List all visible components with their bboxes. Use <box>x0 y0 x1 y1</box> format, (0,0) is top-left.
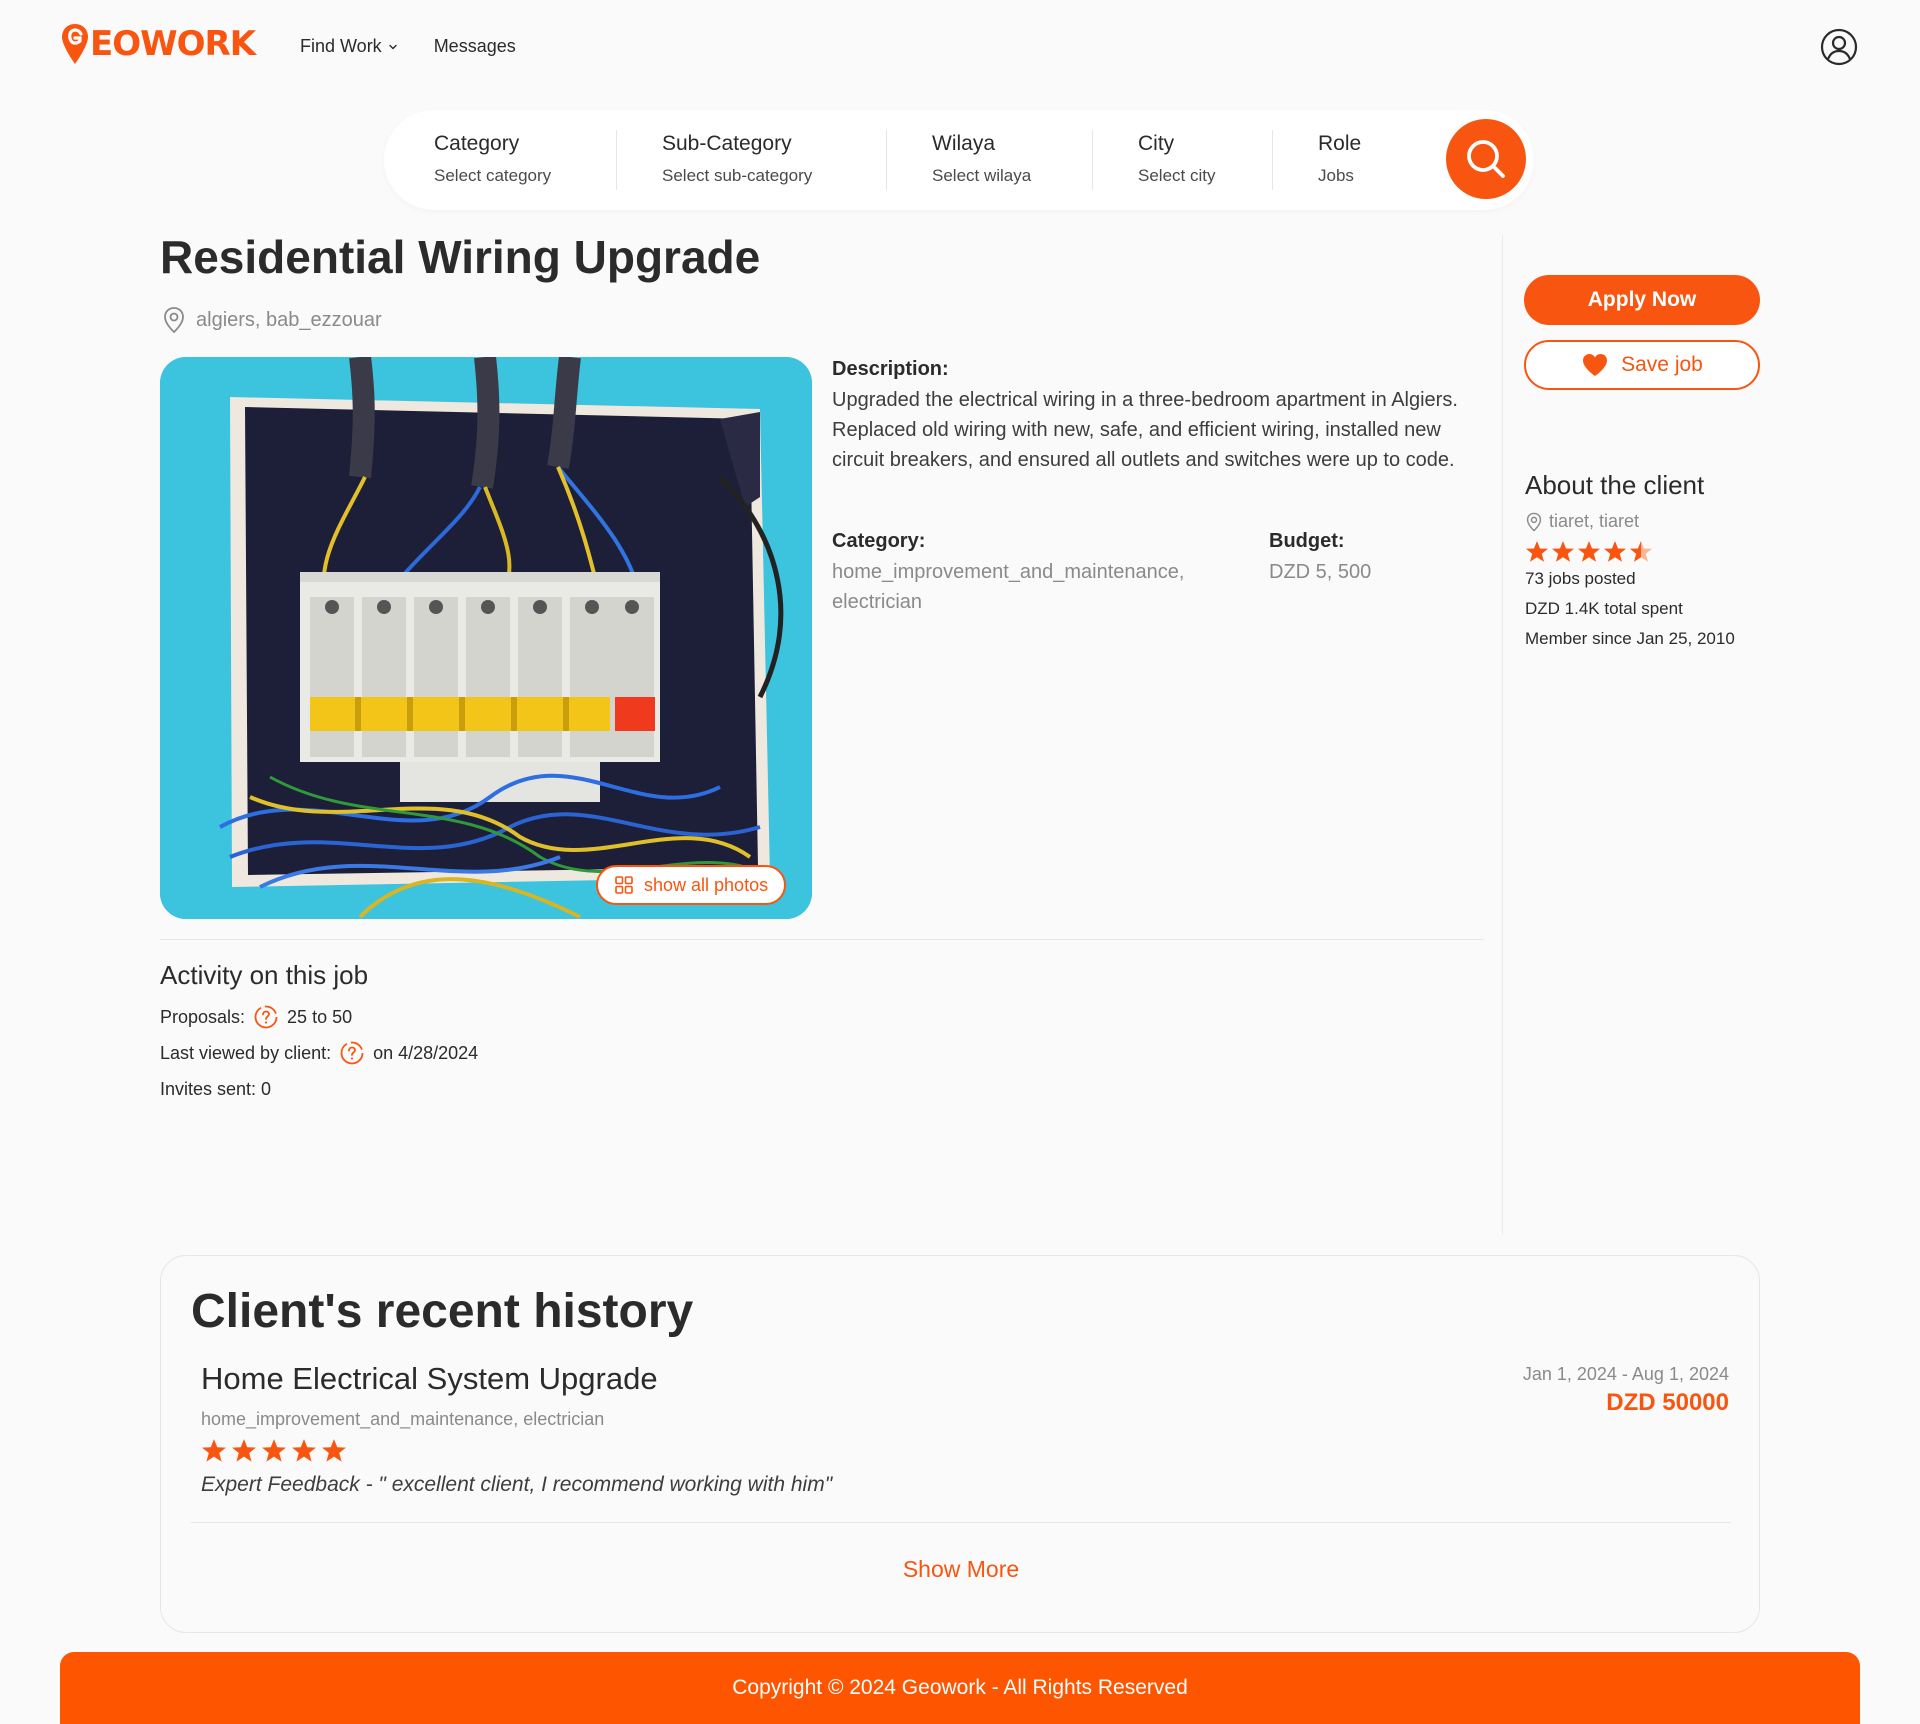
nav-find-work[interactable]: Find Work <box>300 36 398 57</box>
star-icon <box>232 1439 256 1462</box>
divider <box>1092 130 1093 190</box>
last-viewed-value: on 4/28/2024 <box>373 1042 479 1063</box>
divider <box>191 1522 1731 1523</box>
activity-invites: Invites sent: 0 <box>160 1077 478 1101</box>
search-icon <box>1467 140 1505 178</box>
category-label: Category: <box>832 530 926 552</box>
footer-copyright: Copyright © 2024 Geowork - All Rights Re… <box>732 1676 1188 1699</box>
activity-title: Activity on this job <box>160 960 369 990</box>
client-location: tiaret, tiaret <box>1525 511 1765 532</box>
navbar: EOWORK Find Work Messages <box>0 0 1920 95</box>
search-category-label: Category <box>434 132 520 155</box>
logo[interactable]: EOWORK <box>60 22 256 66</box>
search-city-value: Select city <box>1138 166 1216 185</box>
job-location-text: algiers, bab_ezzouar <box>196 308 382 331</box>
help-icon[interactable] <box>339 1040 365 1066</box>
search-bar: Category Select category Sub-Category Se… <box>384 110 1534 210</box>
show-all-photos-button[interactable]: show all photos <box>596 865 787 905</box>
budget-value: DZD 5, 500 <box>1269 561 1372 583</box>
half-star-icon <box>1630 541 1652 562</box>
logo-pin-icon <box>62 24 88 64</box>
search-wilaya-label: Wilaya <box>932 132 996 155</box>
description-text: Upgraded the electrical wiring in a thre… <box>832 389 1458 471</box>
client-total-spent: DZD 1.4K total spent <box>1525 599 1683 618</box>
client-history-card: Client's recent history Home Electrical … <box>160 1255 1760 1633</box>
search-category-value: Select category <box>434 166 552 185</box>
search-role-label: Role <box>1318 132 1362 155</box>
grid-icon <box>615 876 633 894</box>
search-city-label: City <box>1138 132 1175 155</box>
save-job-label: Save job <box>1621 353 1703 376</box>
history-item-dates: Jan 1, 2024 - Aug 1, 2024 <box>1522 1364 1729 1384</box>
search-role-field[interactable]: Role Jobs <box>1318 132 1361 186</box>
proposals-label: Proposals: <box>160 1006 246 1027</box>
proposals-value: 25 to 50 <box>287 1006 353 1027</box>
star-icon <box>292 1439 316 1462</box>
show-more-button[interactable]: Show More <box>161 1556 1761 1583</box>
activity-last-viewed: Last viewed by client: on 4/28/2024 <box>160 1041 478 1065</box>
category-value: home_improvement_and_maintenance, electr… <box>832 561 1185 613</box>
logo-text: EOWORK <box>90 24 256 64</box>
nav-messages-label: Messages <box>433 36 516 56</box>
history-item-title: Home Electrical System Upgrade <box>201 1361 658 1396</box>
search-city-field[interactable]: City Select city <box>1138 132 1215 186</box>
client-rating <box>1525 540 1765 563</box>
job-description: Description: Upgraded the electrical wir… <box>832 358 1482 475</box>
divider <box>1272 130 1273 190</box>
job-photo[interactable]: show all photos <box>160 357 812 919</box>
divider <box>1502 235 1503 1235</box>
user-account-icon[interactable] <box>1820 28 1858 66</box>
search-role-value: Jobs <box>1318 166 1354 185</box>
client-member-since: Member since Jan 25, 2010 <box>1525 629 1735 648</box>
client-location-text: tiaret, tiaret <box>1549 511 1640 531</box>
client-jobs-posted: 73 jobs posted <box>1525 569 1636 588</box>
electrical-panel-image <box>160 357 812 919</box>
nav-find-work-label: Find Work <box>300 36 382 56</box>
show-all-photos-label: show all photos <box>644 874 769 895</box>
history-item-feedback: Expert Feedback - " excellent client, I … <box>201 1473 833 1496</box>
search-wilaya-field[interactable]: Wilaya Select wilaya <box>932 132 1031 186</box>
budget-label: Budget: <box>1269 530 1345 552</box>
star-icon <box>202 1439 226 1462</box>
help-icon[interactable] <box>253 1004 279 1030</box>
history-title: Client's recent history <box>191 1285 694 1338</box>
search-button[interactable] <box>1446 119 1526 199</box>
search-subcategory-field[interactable]: Sub-Category Select sub-category <box>662 132 812 186</box>
history-item-rating <box>201 1438 347 1463</box>
job-location: algiers, bab_ezzouar <box>162 306 382 334</box>
star-icon <box>1604 541 1626 562</box>
location-pin-icon <box>164 307 184 334</box>
last-viewed-label: Last viewed by client: <box>160 1042 332 1063</box>
about-client: About the client tiaret, tiaret 73 jobs … <box>1525 470 1765 651</box>
job-activity: Activity on this job Proposals: 25 to 50… <box>160 960 478 1101</box>
star-icon <box>1552 541 1574 562</box>
about-client-title: About the client <box>1525 470 1705 500</box>
star-icon <box>1578 541 1600 562</box>
star-icon <box>322 1439 346 1462</box>
search-wilaya-value: Select wilaya <box>932 166 1032 185</box>
description-label: Description: <box>832 358 949 380</box>
history-item-amount: DZD 50000 <box>1606 1389 1729 1416</box>
apply-now-button[interactable]: Apply Now <box>1524 275 1760 325</box>
divider <box>616 130 617 190</box>
footer: Copyright © 2024 Geowork - All Rights Re… <box>60 1652 1860 1724</box>
search-subcategory-label: Sub-Category <box>662 132 792 155</box>
nav-messages[interactable]: Messages <box>434 36 516 57</box>
history-item-category: home_improvement_and_maintenance, electr… <box>201 1409 605 1429</box>
job-budget: Budget: DZD 5, 500 <box>1269 530 1469 587</box>
activity-proposals: Proposals: 25 to 50 <box>160 1005 478 1029</box>
job-title: Residential Wiring Upgrade <box>160 231 761 283</box>
divider <box>160 939 1484 940</box>
location-pin-icon <box>1526 512 1542 532</box>
star-icon <box>1526 541 1548 562</box>
star-icon <box>262 1439 286 1462</box>
divider <box>886 130 887 190</box>
search-category-field[interactable]: Category Select category <box>434 132 551 186</box>
invites-text: Invites sent: 0 <box>160 1078 272 1099</box>
save-job-button[interactable]: Save job <box>1524 340 1760 390</box>
search-subcategory-value: Select sub-category <box>662 166 813 185</box>
chevron-down-icon <box>388 44 397 49</box>
job-category: Category: home_improvement_and_maintenan… <box>832 530 1262 617</box>
heart-icon <box>1583 354 1608 376</box>
